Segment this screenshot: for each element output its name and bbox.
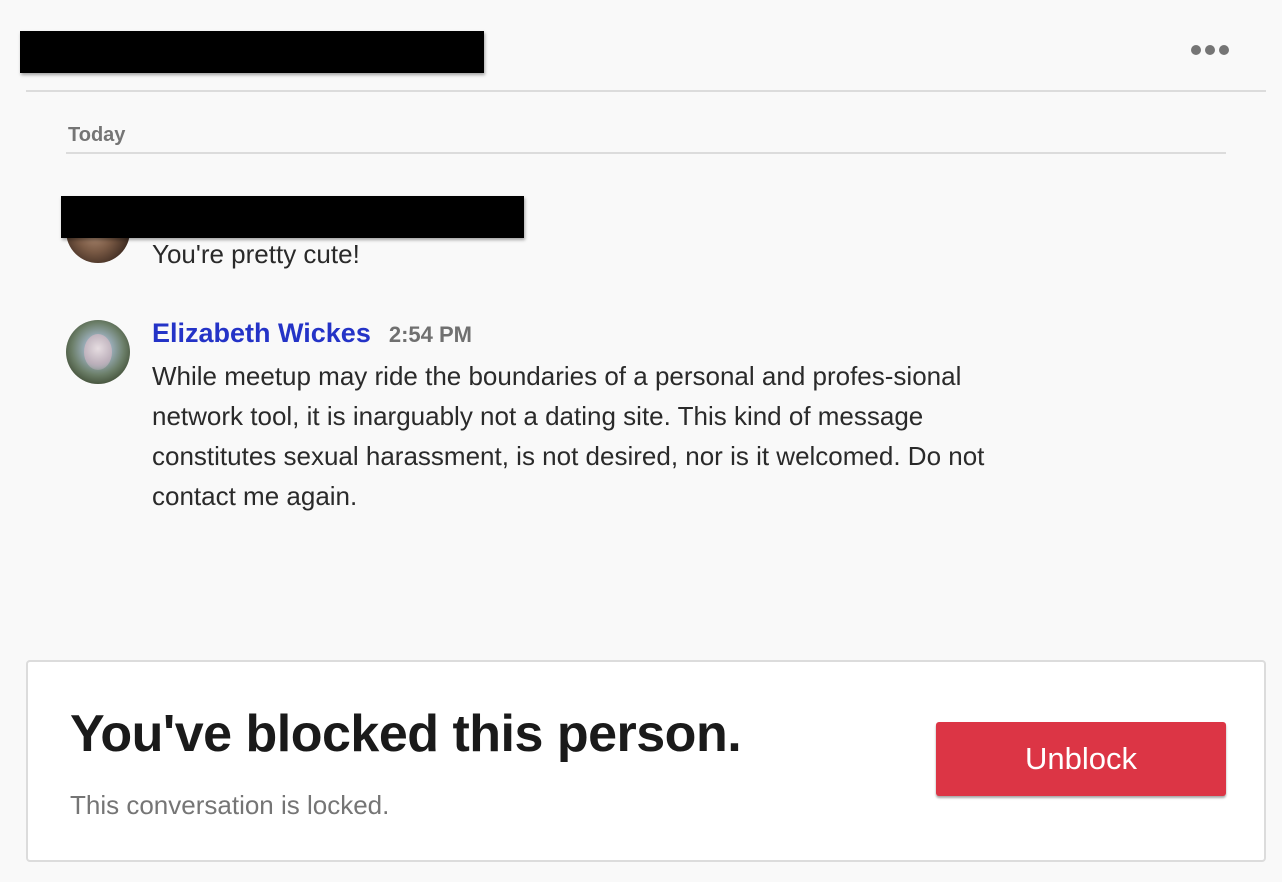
blocked-title: You've blocked this person. — [70, 705, 742, 763]
unblock-button[interactable]: Unblock — [936, 722, 1226, 796]
avatar-face — [84, 334, 112, 370]
conversation-title-redacted — [20, 31, 484, 73]
blocked-notice-panel: You've blocked this person. This convers… — [26, 660, 1266, 862]
message-timestamp: 2:54 PM — [388, 322, 472, 347]
blocked-subtitle: This conversation is locked. — [70, 790, 390, 820]
message-text: You're pretty cute! — [152, 239, 360, 269]
more-horizontal-icon — [1219, 45, 1229, 55]
date-divider — [66, 152, 1226, 154]
date-separator-label: Today — [68, 124, 126, 146]
avatar[interactable] — [66, 320, 130, 384]
message-text: While meetup may ride the boundaries of … — [152, 361, 985, 511]
sender-name-redacted — [61, 196, 524, 238]
more-horizontal-icon — [1205, 45, 1215, 55]
header-divider — [26, 90, 1266, 92]
author-name-link[interactable]: Elizabeth Wickes — [152, 318, 371, 349]
message-header: Elizabeth Wickes 2:54 PM — [152, 318, 472, 349]
more-horizontal-icon — [1191, 45, 1201, 55]
more-options-button[interactable] — [1182, 36, 1238, 64]
conversation-page: Today You're pretty cute! Elizabeth Wick… — [0, 0, 1282, 882]
